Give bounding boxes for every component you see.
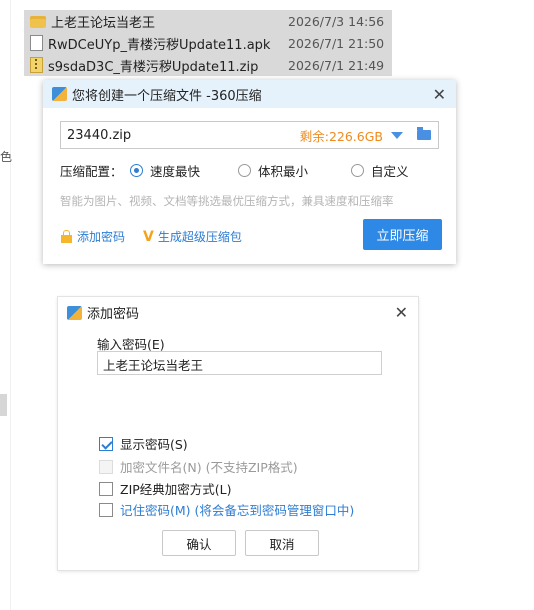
compress-hint: 智能为图片、视频、文档等挑选最优压缩方式，兼具速度和压缩率 xyxy=(60,194,394,208)
option-custom-label: 自定义 xyxy=(371,164,409,179)
app-icon xyxy=(52,87,67,101)
add-password-label: 添加密码 xyxy=(77,230,126,244)
file-date: 2026/7/3 14:56 xyxy=(288,13,385,29)
radio-selected-icon[interactable] xyxy=(130,164,143,177)
show-password-label: 显示密码(S) xyxy=(120,437,188,452)
checkbox-icon[interactable] xyxy=(99,481,113,496)
checkbox-icon[interactable] xyxy=(99,502,113,517)
file-name: s9sdaD3C_青楼污秽Update11.zip xyxy=(48,59,259,75)
file-row[interactable]: s9sdaD3C_青楼污秽Update11.zip 2026/7/1 21:49 xyxy=(24,54,392,76)
checkbox-disabled-icon xyxy=(99,459,113,474)
lock-icon xyxy=(61,229,72,243)
cancel-button[interactable]: 取消 xyxy=(245,530,319,556)
close-icon[interactable]: ✕ xyxy=(395,303,408,322)
option-fastest-label: 速度最快 xyxy=(150,164,201,179)
show-password-option[interactable]: 显示密码(S) xyxy=(99,434,188,453)
output-path-field[interactable]: 23440.zip 剩余:226.6GB xyxy=(60,121,439,149)
password-dialog-titlebar: 添加密码 ✕ xyxy=(58,297,418,328)
super-package-label: 生成超级压缩包 xyxy=(157,230,242,244)
compress-now-button[interactable]: 立即压缩 xyxy=(363,219,442,250)
compress-dialog-titlebar: 您将创建一个压缩文件 -360压缩 ✕ xyxy=(43,80,456,108)
compress-mode-row: 压缩配置： 速度最快 体积最小 自定义 xyxy=(60,161,440,180)
option-smallest-label: 体积最小 xyxy=(258,164,309,179)
option-fastest[interactable]: 速度最快 xyxy=(130,161,200,180)
zip-classic-encryption-label: ZIP经典加密方式(L) xyxy=(120,482,232,497)
zip-icon xyxy=(30,57,43,73)
explorer-truncated-label: 色 xyxy=(0,150,13,164)
password-input[interactable]: 上老王论坛当老王 xyxy=(97,351,382,375)
file-date: 2026/7/1 21:50 xyxy=(288,35,385,51)
explorer-scrollbar-thumb[interactable] xyxy=(0,394,7,416)
remember-password-label: 记住密码(M) (将会备忘到密码管理窗口中) xyxy=(120,503,355,518)
compress-dialog-title: 您将创建一个压缩文件 -360压缩 xyxy=(72,88,262,104)
vip-icon: V xyxy=(143,228,154,245)
encrypt-filename-label: 加密文件名(N) (不支持ZIP格式) xyxy=(120,460,298,475)
chevron-down-icon[interactable] xyxy=(391,131,403,139)
file-icon xyxy=(30,35,43,51)
free-space-label: 剩余:226.6GB xyxy=(299,128,383,144)
folder-browse-icon[interactable] xyxy=(417,127,431,140)
compress-dialog: 您将创建一个压缩文件 -360压缩 ✕ 23440.zip 剩余:226.6GB… xyxy=(43,80,456,264)
file-date: 2026/7/1 21:49 xyxy=(288,57,385,73)
file-row[interactable]: RwDCeUYp_青楼污秽Update11.apk 2026/7/1 21:50 xyxy=(24,32,392,54)
file-name: 上老王论坛当老王 xyxy=(51,15,156,31)
app-icon xyxy=(67,305,82,320)
encrypt-filename-option: 加密文件名(N) (不支持ZIP格式) xyxy=(99,457,298,476)
close-icon[interactable]: ✕ xyxy=(433,85,446,104)
remember-password-option[interactable]: 记住密码(M) (将会备忘到密码管理窗口中) xyxy=(99,500,354,519)
output-path-value[interactable]: 23440.zip xyxy=(67,128,300,143)
radio-icon[interactable] xyxy=(351,164,364,177)
option-custom[interactable]: 自定义 xyxy=(351,161,409,180)
compress-config-label: 压缩配置： xyxy=(60,163,123,179)
add-password-link[interactable]: 添加密码 xyxy=(61,228,125,245)
radio-icon[interactable] xyxy=(238,164,251,177)
option-smallest[interactable]: 体积最小 xyxy=(238,161,308,180)
file-name: RwDCeUYp_青楼污秽Update11.apk xyxy=(48,37,271,53)
password-dialog-title: 添加密码 xyxy=(87,307,140,322)
zip-classic-encryption-option[interactable]: ZIP经典加密方式(L) xyxy=(99,479,232,498)
ok-button[interactable]: 确认 xyxy=(162,530,236,556)
folder-icon xyxy=(30,16,46,28)
file-row[interactable]: 上老王论坛当老王 2026/7/3 14:56 xyxy=(24,10,392,32)
explorer-edge-divider xyxy=(10,0,11,610)
password-dialog: 添加密码 ✕ 输入密码(E) 上老王论坛当老王 显示密码(S) 加密文件名(N)… xyxy=(58,297,418,570)
checkbox-checked-icon[interactable] xyxy=(99,436,113,451)
super-package-link[interactable]: V 生成超级压缩包 xyxy=(143,228,242,245)
